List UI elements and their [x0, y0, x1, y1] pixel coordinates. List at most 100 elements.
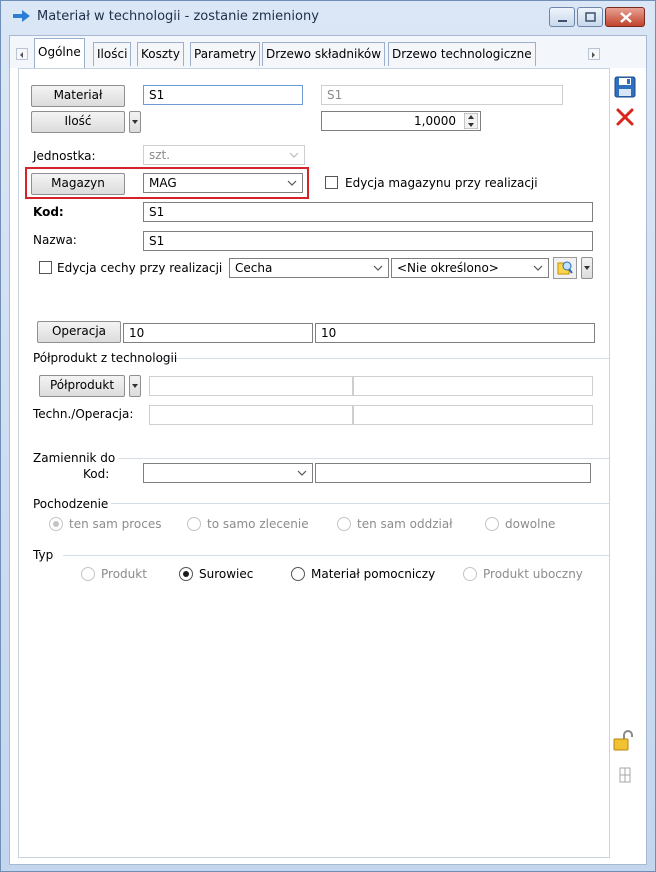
semi-product-field-2 [353, 376, 593, 396]
tab-ogolne[interactable]: Ogólne [34, 38, 85, 68]
substitute-divider [119, 458, 609, 459]
operation-input-2[interactable]: 10 [315, 323, 595, 343]
origin-label-same-order: to samo zlecenie [207, 517, 309, 531]
type-divider [63, 555, 609, 556]
semi-product-button[interactable]: Półprodukt [39, 375, 125, 397]
type-label-auxiliary-material: Materiał pomocniczy [311, 567, 436, 581]
tech-operation-field-1 [149, 405, 353, 425]
tab-drzewo-technologiczne[interactable]: Drzewo technologiczne [388, 42, 536, 66]
substitute-code-select[interactable] [143, 463, 313, 483]
type-label-product: Produkt [101, 567, 147, 581]
close-button[interactable] [605, 7, 645, 27]
operation-input-1[interactable]: 10 [123, 323, 313, 343]
chevron-down-icon [287, 180, 297, 186]
name-input[interactable]: S1 [143, 231, 593, 251]
semi-product-menu-button[interactable] [129, 375, 141, 397]
client-area: Ogólne Ilości Koszty Parametry Drzewo sk… [9, 35, 647, 865]
tab-parametry[interactable]: Parametry [190, 42, 261, 66]
unit-label: Jednostka: [33, 149, 96, 163]
tab-drzewo-skladnikow[interactable]: Drzewo składników [262, 42, 386, 66]
type-radio-auxiliary-material[interactable] [291, 567, 305, 581]
origin-label-same-process: ten sam proces [69, 517, 162, 531]
window-title: Materiał w technologii - zostanie zmieni… [37, 9, 319, 24]
unlock-icon[interactable] [612, 730, 634, 752]
feature-edit-label: Edycja cechy przy realizacji [57, 261, 223, 275]
code-input[interactable]: S1 [143, 202, 593, 222]
tab-scroll-right[interactable] [588, 48, 600, 60]
chevron-down-icon [297, 470, 307, 476]
chevron-down-icon [132, 384, 138, 388]
type-radio-by-product[interactable] [463, 567, 477, 581]
feature-value-text: <Nie określono> [397, 261, 499, 275]
origin-radio-same-process[interactable] [49, 517, 63, 531]
origin-group-title: Pochodzenie [33, 497, 109, 511]
warehouse-select[interactable]: MAG [143, 173, 303, 193]
material-button[interactable]: Materiał [31, 85, 125, 107]
arrow-right-icon [13, 10, 30, 22]
tab-strip: Ogólne Ilości Koszty Parametry Drzewo sk… [10, 36, 646, 68]
origin-label-same-department: ten sam oddział [357, 517, 453, 531]
minimize-button[interactable] [549, 7, 575, 27]
feature-select[interactable]: Cecha [229, 258, 389, 278]
type-radio-raw-material[interactable] [179, 567, 193, 581]
tab-koszty[interactable]: Koszty [137, 42, 184, 66]
type-group-title: Typ [33, 548, 54, 562]
quantity-stepper[interactable]: 1,0000 [321, 111, 481, 131]
warehouse-button[interactable]: Magazyn [31, 173, 125, 195]
feature-lookup-icon[interactable] [553, 257, 577, 279]
maximize-icon [585, 12, 596, 22]
chevron-down-icon [373, 265, 383, 271]
pin-icon[interactable] [614, 764, 636, 786]
cancel-icon[interactable] [614, 106, 636, 128]
chevron-right-icon [592, 52, 595, 58]
quantity-value: 1,0000 [414, 114, 456, 128]
substitute-name-field[interactable] [315, 463, 591, 483]
chevron-down-icon [584, 266, 590, 270]
chevron-down-icon [289, 152, 299, 158]
type-label-raw-material: Surowiec [199, 567, 254, 581]
feature-edit-checkbox[interactable] [39, 261, 52, 274]
semi-product-field-1 [149, 376, 353, 396]
feature-value-select[interactable]: <Nie określono> [391, 258, 549, 278]
semi-product-group-title: Półprodukt z technologii [33, 351, 178, 365]
tab-scroll-left[interactable] [16, 48, 28, 60]
semi-product-divider [153, 358, 609, 359]
origin-divider [111, 503, 609, 504]
general-panel: Materiał S1 S1 Ilość 1,0000 Jednostka: s… [18, 68, 610, 858]
origin-radio-same-order[interactable] [187, 517, 201, 531]
feature-menu-button[interactable] [581, 257, 593, 279]
tech-operation-label: Techn./Operacja: [33, 407, 134, 421]
quantity-menu-button[interactable] [129, 111, 141, 133]
unit-value: szt. [149, 148, 171, 162]
window: Materiał w technologii - zostanie zmieni… [0, 0, 656, 872]
warehouse-edit-label: Edycja magazynu przy realizacji [345, 176, 538, 190]
origin-label-any: dowolne [505, 517, 556, 531]
tech-operation-field-2 [353, 405, 593, 425]
origin-radio-same-department[interactable] [337, 517, 351, 531]
minimize-icon [558, 20, 567, 22]
operation-button[interactable]: Operacja [37, 321, 121, 343]
substitute-code-label: Kod: [83, 467, 110, 481]
title-bar: Materiał w technologii - zostanie zmieni… [1, 1, 655, 33]
chevron-left-icon [20, 52, 23, 58]
warehouse-edit-checkbox[interactable] [325, 176, 338, 189]
spinner-icon[interactable] [464, 113, 478, 129]
close-icon [620, 12, 632, 23]
name-label: Nazwa: [33, 233, 77, 247]
warehouse-value: MAG [149, 176, 177, 190]
maximize-button[interactable] [577, 7, 603, 27]
unit-select: szt. [143, 145, 305, 165]
chevron-down-icon [533, 265, 543, 271]
type-label-by-product: Produkt uboczny [483, 567, 583, 581]
code-label: Kod: [33, 205, 64, 219]
tab-ilosci[interactable]: Ilości [93, 42, 132, 66]
material-readonly-field: S1 [321, 85, 563, 105]
save-icon[interactable] [614, 76, 636, 98]
material-code-input[interactable]: S1 [143, 85, 303, 105]
type-radio-product[interactable] [81, 567, 95, 581]
quantity-button[interactable]: Ilość [31, 111, 125, 133]
origin-radio-any[interactable] [485, 517, 499, 531]
feature-select-value: Cecha [235, 261, 273, 275]
substitute-group-title: Zamiennik do [33, 451, 116, 465]
chevron-down-icon [132, 120, 138, 124]
